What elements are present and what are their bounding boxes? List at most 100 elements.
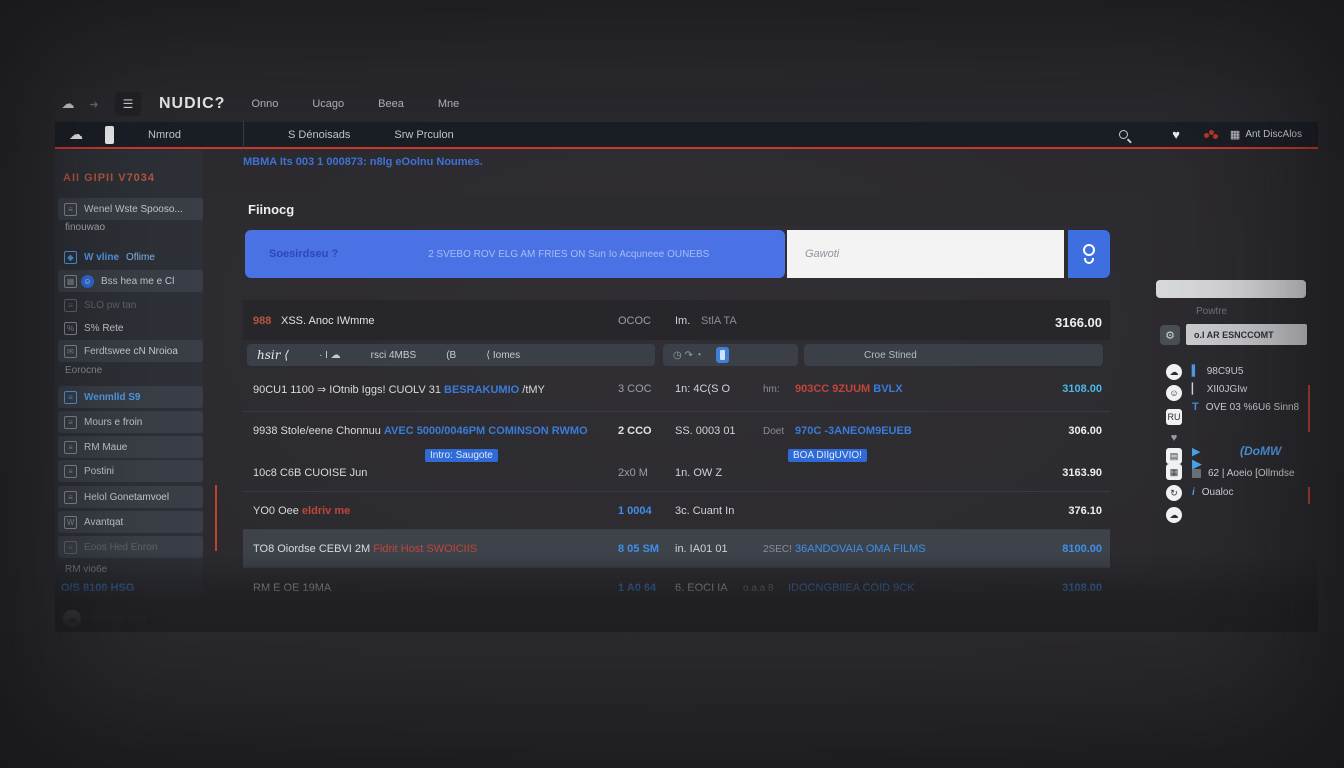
heart-icon[interactable]: ♥ — [1166, 430, 1182, 446]
filter-b-label[interactable]: (B — [446, 350, 456, 361]
blue-toggle[interactable] — [716, 347, 729, 363]
sidebar-item-helol[interactable]: ≡ Helol Gonetamvoel — [58, 486, 203, 508]
sidebar-header: AII GIPII V7034 — [63, 172, 155, 184]
sidebar-item-postini[interactable]: ≡ Postini — [58, 460, 203, 482]
search-input[interactable] — [787, 230, 1064, 278]
sidebar-item-mours[interactable]: ≡ Mours e froin — [58, 411, 203, 433]
person-icon — [1083, 244, 1095, 256]
sidebar-item-wenmlld[interactable]: ≡ Wenmlld S9 — [58, 386, 203, 408]
back-arrow-icon[interactable]: ➜ — [81, 98, 107, 111]
search-icon[interactable] — [1119, 130, 1128, 139]
panel-link-domw[interactable]: (DoMW — [1240, 444, 1281, 458]
brand-bar-logo — [105, 126, 114, 144]
row-price: 306.00 — [1068, 425, 1102, 437]
cloud-icon[interactable]: ☁ — [1166, 364, 1182, 380]
top-menu-bar: ☁ ➜ ☰ NUDIC? Onno Ucago Beea Mne — [55, 88, 1318, 120]
filter-bar[interactable]: hsir ⟨ · I ☁ rsci 4MBS (B ⟨ Iomes — [247, 344, 655, 366]
grid-icon: ▦ — [64, 275, 77, 288]
navbar-brand[interactable]: Nmrod — [148, 129, 181, 141]
account-icon[interactable]: ⚙ — [1160, 325, 1180, 345]
folder-icon[interactable]: ▤ — [1166, 448, 1182, 464]
apps-menu[interactable]: ▦ Ant DiscAlos — [1230, 128, 1302, 141]
toggle-icons[interactable]: ◷ ↷ ◔ — [673, 350, 702, 361]
table-row[interactable]: 90CU1 1100 ⇒ IOtnib Iggs! CUOLV 31 BESRA… — [243, 372, 1110, 412]
menu-item-2[interactable]: Ucago — [312, 98, 344, 110]
sidebar-link-os8100[interactable]: O/S 8100 HSG — [61, 582, 134, 594]
sidebar-item-bss[interactable]: ▦ ☺ Bss hea me e Cl — [58, 270, 203, 292]
sidebar-item-avantqat[interactable]: W Avantqat — [58, 511, 203, 533]
panel-item-oualoc[interactable]: i Oualoc — [1192, 487, 1233, 498]
sidebar-item-enron[interactable]: ≡ Eoos Hed Enron — [58, 536, 203, 558]
user-avatar: ☁ — [63, 610, 81, 628]
footer-user[interactable]: ☁ Ruonal Ize2 — [63, 610, 146, 628]
panel-item-queue[interactable]: T OVE 03 %6U6 Sinn8 — [1192, 401, 1299, 413]
menu-item-1[interactable]: Onno — [251, 98, 278, 110]
sidebar-item-slo[interactable]: ≡ SLO pw tan — [58, 294, 203, 316]
navbar-link-downloads[interactable]: S Dénoisads — [288, 129, 350, 141]
sidebar-item-spooso[interactable]: ≡ Wenel Wste Spooso... — [58, 198, 203, 220]
table-row-highlighted[interactable]: TO8 Oiordse CEBVI 2M Fidrit Host SWOICII… — [243, 530, 1110, 568]
menu-item-4[interactable]: Mne — [438, 98, 459, 110]
user-name: Ruonal Ize2 — [93, 614, 146, 625]
panel-scrollbar[interactable] — [1308, 385, 1310, 432]
document-icon: ≡ — [64, 391, 77, 404]
photo-icon[interactable]: ▦ — [1166, 464, 1182, 480]
sidebar-scrollbar[interactable] — [215, 485, 217, 551]
chat-icon: ✉ — [64, 345, 77, 358]
account-row[interactable]: o.I AR ESNCCOMT — [1186, 324, 1307, 345]
row-price: 376.10 — [1068, 505, 1102, 517]
summary-time: Im. — [675, 315, 690, 327]
sidebar-section-2: RM vio6e — [65, 564, 107, 575]
banner-left-label: Soesirdseu ? — [269, 248, 338, 260]
panel-top-field[interactable] — [1156, 280, 1306, 298]
page-title: Fiinocg — [248, 202, 294, 217]
badge-icon[interactable]: RU — [1166, 409, 1182, 425]
percent-icon: % — [64, 322, 77, 335]
paw-icon[interactable] — [1204, 130, 1216, 140]
bar-icon: ▍ — [1192, 366, 1200, 377]
table-row[interactable]: 9938 Stole/eene Chonnuu AVEC 5000/0046PM… — [243, 413, 1110, 453]
filter-toggle-group[interactable]: ◷ ↷ ◔ — [663, 344, 798, 366]
summary-status: StlA TA — [701, 315, 737, 327]
sidebar-item-rmmaue[interactable]: ≡ RM Maue — [58, 436, 203, 458]
table-row[interactable]: YO0 Oee eldriv me 1 0004 3c. Cuant In 37… — [243, 492, 1110, 530]
filter-iomes-label[interactable]: ⟨ Iomes — [486, 350, 520, 361]
filter-cloud-label[interactable]: · I ☁ — [319, 350, 341, 361]
navbar-link-precision[interactable]: Srw Prculon — [394, 129, 453, 141]
summary-name: XSS. Anoc IWmme — [281, 315, 375, 327]
filter-ews-label[interactable]: rsci 4MBS — [371, 350, 417, 361]
document-icon: ≡ — [64, 441, 77, 454]
filter-dropdown-croe-stined[interactable]: Croe Stined — [804, 344, 1103, 366]
app-logo: NUDIC? — [159, 95, 225, 113]
heart-icon[interactable]: ♥ — [1172, 127, 1180, 142]
summary-price: 3166.00 — [1055, 315, 1102, 330]
notice-link[interactable]: MBMA Its 003 1 000873: n8lg eOolnu Noume… — [243, 156, 483, 168]
desktop: ☁ ➜ ☰ NUDIC? Onno Ucago Beea Mne ☁ Nmrod… — [0, 0, 1344, 768]
cloud-icon[interactable]: ☁ — [55, 96, 81, 112]
row-price: 3108.00 — [1062, 383, 1102, 395]
summary-row[interactable]: 988 XSS. Anoc IWmme OCOC Im. StlA TA 316… — [243, 300, 1110, 340]
search-submit-button[interactable] — [1068, 230, 1110, 278]
sidebar-item-sub: finouwao — [65, 222, 105, 233]
table-row[interactable]: 10c8 C6B CUOISE Jun 2x0 M 1n. OW Z 3163.… — [243, 453, 1110, 492]
person-icon[interactable]: ☺ — [1166, 385, 1182, 401]
grid-icon: ▦ — [1230, 128, 1240, 141]
hamburger-menu-icon[interactable]: ☰ — [115, 92, 141, 116]
sidebar-item-rete[interactable]: % S% Rete — [58, 317, 203, 339]
refresh-icon[interactable]: ↻ — [1166, 485, 1182, 501]
table-row[interactable]: RM E OE 19MA 1 A0 64 6. EOCI IA o.a.a 8 … — [243, 568, 1110, 604]
brand-cloud-icon[interactable]: ☁ — [69, 126, 83, 143]
panel-item-aoeio[interactable]: 62 | Aoeio [Ollmdse — [1192, 468, 1295, 479]
sidebar-item-offline[interactable]: ◈ W vline Oflime — [58, 246, 203, 268]
panel-item-backup[interactable]: ▍ 98C9U5 — [1192, 366, 1243, 377]
panel-item-moals[interactable]: ▏ XII0JGIw — [1192, 384, 1247, 395]
panel-scrollbar[interactable] — [1308, 487, 1310, 504]
document-icon: ≡ — [64, 541, 77, 554]
promo-banner[interactable]: Soesirdseu ? 2 SVEBO ROV ELG AM FRIES ON… — [245, 230, 785, 278]
sidebar-item-notes[interactable]: ✉ Ferdtswee cN Nroioa — [58, 340, 203, 362]
panel-header: Powtre — [1196, 306, 1227, 317]
menu-item-3[interactable]: Beea — [378, 98, 404, 110]
filter-script-label[interactable]: hsir ⟨ — [257, 348, 289, 362]
sidebar: AII GIPII V7034 ≡ Wenel Wste Spooso... f… — [55, 150, 203, 602]
cloud-outline-icon[interactable]: ☁ — [1166, 507, 1182, 523]
